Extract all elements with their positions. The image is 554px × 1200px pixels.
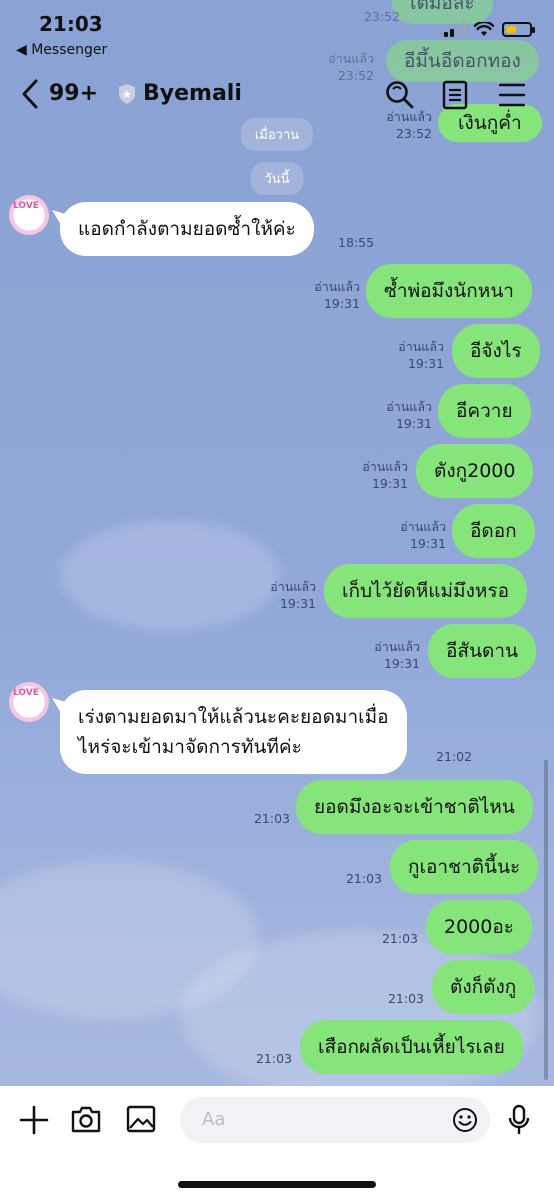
chat-title[interactable]: Byemali — [143, 81, 242, 106]
plus-icon[interactable] — [18, 1104, 50, 1136]
scrollbar[interactable] — [544, 760, 548, 1080]
status-bar: 21:03 ◀ Messenger — [0, 0, 554, 60]
message-bubble-outgoing[interactable]: ตังก็ตังกู — [432, 960, 535, 1014]
message-time: 19:31 — [395, 416, 432, 431]
chevron-left-icon[interactable] — [20, 78, 40, 110]
message-bubble-outgoing[interactable]: อีสันดาน — [428, 624, 536, 678]
image-icon[interactable] — [126, 1104, 156, 1134]
read-receipt: อ่านแล้ว — [314, 279, 360, 294]
message-time: 21:03 — [255, 1051, 292, 1066]
avatar[interactable]: LOVE — [9, 682, 49, 722]
message-time: 19:31 — [407, 356, 444, 371]
menu-icon[interactable] — [499, 80, 525, 110]
avatar[interactable]: LOVE — [9, 195, 49, 235]
message-bubble-outgoing[interactable]: กูเอาชาตินี้นะ — [390, 840, 539, 894]
message-bubble-incoming[interactable]: เร่งตามยอดมาให้แล้วนะคะยอดมาเมื่อ ไหร่จะ… — [60, 690, 407, 774]
read-receipt: อ่านแล้ว — [400, 519, 446, 534]
message-time: 18:55 — [338, 235, 375, 250]
message-time: 19:31 — [279, 596, 316, 611]
message-text-field[interactable] — [200, 1108, 434, 1131]
read-receipt: อ่านแล้ว — [386, 399, 432, 414]
message-meta: อ่านแล้ว 19:31 — [386, 518, 446, 552]
message-time: 21:02 — [436, 749, 473, 764]
home-indicator[interactable] — [178, 1181, 376, 1188]
search-icon[interactable] — [385, 80, 415, 110]
message-bubble-outgoing[interactable]: ตังกู2000 — [416, 444, 534, 498]
message-time: 19:31 — [371, 476, 408, 491]
message-time: 21:03 — [381, 931, 418, 946]
notes-icon[interactable] — [442, 80, 468, 110]
message-bubble-outgoing[interactable]: เสือกผลัดเป็นเหี้ยไรเลย — [300, 1020, 523, 1074]
message-bubble-outgoing[interactable]: อีควาย — [438, 384, 531, 438]
message-text-line: ไหร่จะเข้ามาจัดการทันทีค่ะ — [78, 736, 302, 758]
message-bubble-outgoing[interactable]: ยอดมึงอะจะเข้าชาติไหน — [296, 780, 533, 834]
message-bubble-outgoing[interactable]: อีดอก — [452, 504, 535, 558]
status-time: 21:03 — [39, 12, 103, 36]
date-separator: วันนี้ — [250, 162, 304, 195]
camera-icon[interactable] — [70, 1104, 102, 1134]
message-bubble-outgoing[interactable]: อีจังไร — [452, 324, 540, 378]
message-meta: อ่านแล้ว 19:31 — [384, 338, 444, 372]
message-time: 21:03 — [253, 811, 290, 826]
battery-icon — [502, 22, 535, 37]
shield-icon — [119, 84, 135, 104]
message-input[interactable] — [180, 1097, 490, 1143]
message-time: 19:31 — [383, 656, 420, 671]
wifi-icon — [474, 22, 494, 36]
status-icons — [444, 22, 535, 37]
back-to-app-link[interactable]: ◀ Messenger — [16, 42, 107, 58]
read-receipt: อ่านแล้ว — [362, 459, 408, 474]
message-bubble-incoming[interactable]: แอดกำลังตามยอดซ้ำให้ค่ะ — [60, 202, 314, 256]
message-meta: อ่านแล้ว 19:31 — [300, 278, 360, 312]
microphone-icon[interactable] — [508, 1104, 530, 1136]
read-receipt: อ่านแล้ว — [398, 339, 444, 354]
message-meta: อ่านแล้ว 19:31 — [348, 458, 408, 492]
message-time: 19:31 — [409, 536, 446, 551]
message-bubble-outgoing[interactable]: 2000อะ — [426, 900, 532, 954]
emoji-icon[interactable] — [452, 1107, 478, 1133]
cloud-decoration — [60, 520, 280, 630]
message-bubble-outgoing[interactable]: ซ้ำพ่อมึงนักหนา — [366, 264, 532, 318]
chat-header: 99+ Byemali — [0, 70, 554, 120]
message-meta: อ่านแล้ว 19:31 — [256, 578, 316, 612]
cellular-signal-icon — [444, 22, 466, 37]
message-bubble-outgoing[interactable]: เก็บไว้ยัดหีแม่มึงหรอ — [324, 564, 527, 618]
message-meta: อ่านแล้ว 19:31 — [360, 638, 420, 672]
unread-count[interactable]: 99+ — [49, 81, 98, 106]
message-time: 19:31 — [323, 296, 360, 311]
read-receipt: อ่านแล้ว — [270, 579, 316, 594]
message-text-line: เร่งตามยอดมาให้แล้วนะคะยอดมาเมื่อ — [78, 706, 389, 728]
message-time: 23:52 — [395, 126, 432, 141]
message-time: 21:03 — [345, 871, 382, 886]
date-separator: เมื่อวาน — [240, 118, 314, 151]
read-receipt: อ่านแล้ว — [374, 639, 420, 654]
message-meta: อ่านแล้ว 19:31 — [372, 398, 432, 432]
message-time: 21:03 — [387, 991, 424, 1006]
chat-background: เต็มอละ 23:52 อีมึ้นอีดอกทอง อ่านแล้ว 23… — [0, 0, 554, 1086]
